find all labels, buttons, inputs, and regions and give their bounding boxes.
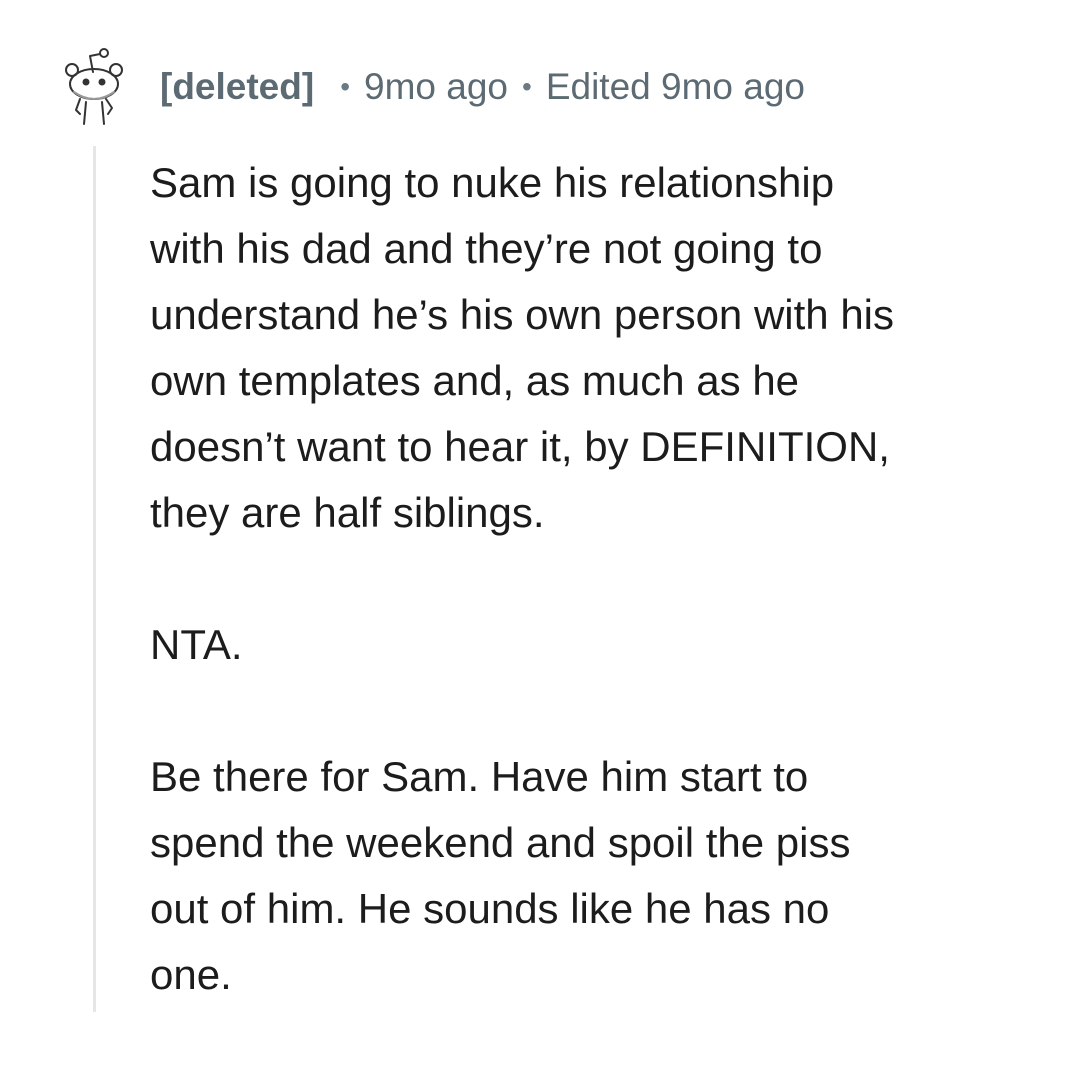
- snoo-avatar-icon[interactable]: [60, 44, 126, 128]
- comment-paragraph: Sam is going to nuke his relationship wi…: [150, 159, 895, 536]
- meta-separator: •: [340, 71, 350, 102]
- meta-separator: •: [522, 71, 532, 102]
- comment-header: [deleted] • 9mo ago • Edited 9mo ago: [160, 62, 805, 112]
- comment-body: Sam is going to nuke his relationship wi…: [150, 150, 1050, 1074]
- comment: [deleted] • 9mo ago • Edited 9mo ago Sam…: [0, 0, 1080, 1012]
- thread-collapse-line[interactable]: [93, 146, 96, 1012]
- timestamp: 9mo ago: [364, 66, 508, 107]
- comment-paragraph: NTA.: [150, 621, 243, 668]
- edited-label: Edited 9mo ago: [545, 66, 805, 107]
- author-name[interactable]: [deleted]: [160, 66, 314, 108]
- comment-paragraph: Be there for Sam. Have him start to spen…: [150, 753, 851, 998]
